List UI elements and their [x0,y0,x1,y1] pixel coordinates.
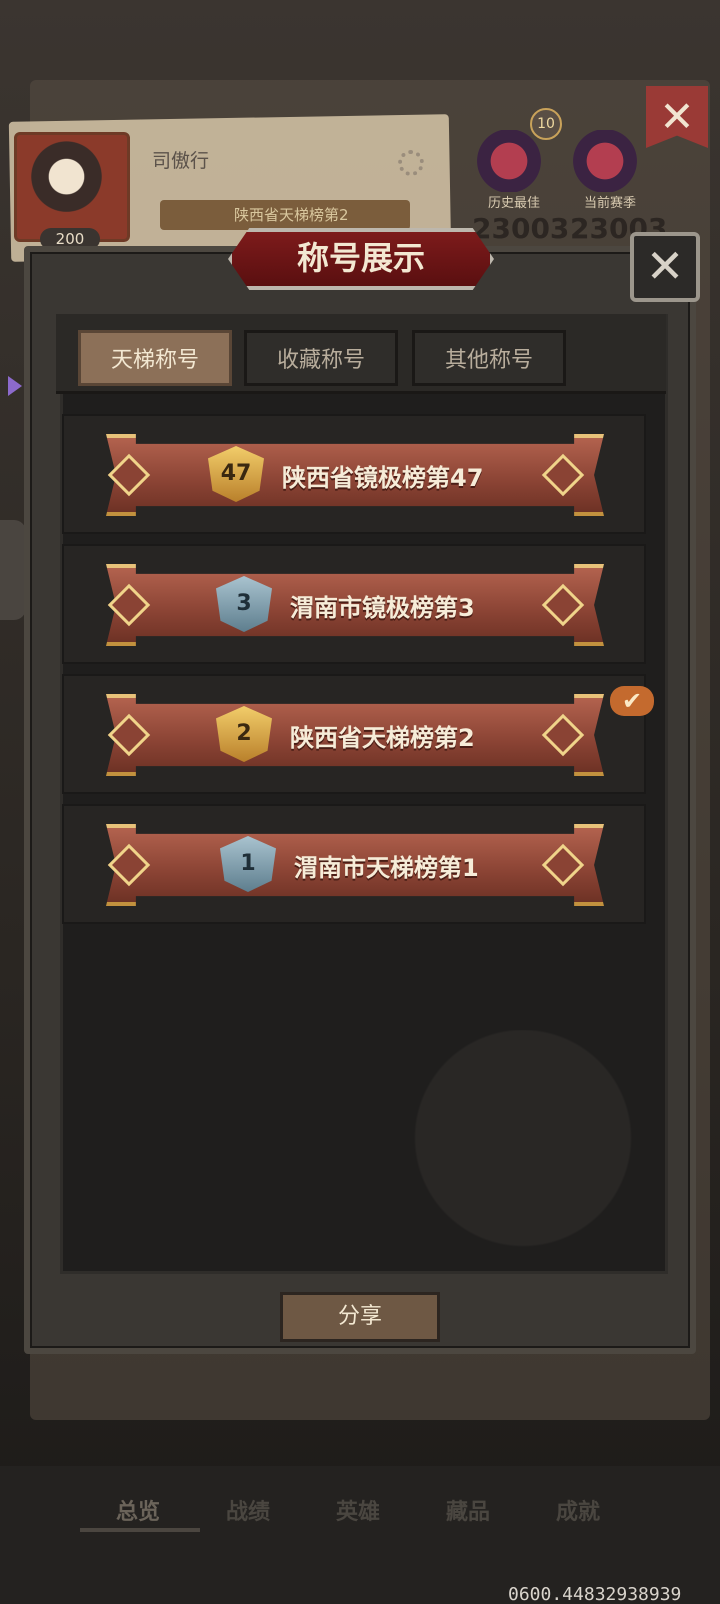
tab-other-titles[interactable]: 其他称号 [412,330,566,386]
side-pull-tab[interactable] [0,520,26,620]
season-rank-crown: 10 [530,108,562,140]
nav-records[interactable]: 战绩 [226,1494,270,1526]
current-rank-icon [572,130,638,192]
player-name: 司傲行 [152,150,210,172]
best-label: 历史最佳 [488,196,541,211]
tab-ladder-titles[interactable]: 天梯称号 [78,330,232,386]
title-text: 渭南市镜极榜第3 [290,594,475,622]
nav-collection[interactable]: 藏品 [446,1494,490,1526]
profile-title-text: 陕西省天梯榜第2 [234,206,349,224]
gear-icon[interactable] [398,150,424,176]
share-button[interactable]: 分享 [280,1292,440,1342]
title-text: 陕西省镜极榜第47 [282,464,484,492]
modal-close-button[interactable]: ✕ [630,232,700,302]
equipped-check-icon: ✔ [610,686,654,716]
modal-title: 称号展示 [228,228,494,290]
nav-achievements[interactable]: 成就 [556,1494,600,1526]
tab-collection-titles[interactable]: 收藏称号 [244,330,398,386]
nav-heroes[interactable]: 英雄 [336,1494,380,1526]
current-label: 当前赛季 [584,196,637,211]
title-text: 渭南市天梯榜第1 [294,854,479,882]
best-rank-icon [476,130,542,192]
nav-active-underline [80,1528,200,1532]
avatar[interactable] [14,132,130,242]
mascot-watermark [380,1030,640,1270]
nav-overview[interactable]: 总览 [116,1494,160,1526]
side-arrow-icon[interactable] [8,376,22,396]
title-text: 陕西省天梯榜第2 [290,724,475,752]
profile-title-banner[interactable]: 陕西省天梯榜第2 [160,200,410,230]
debug-readout: 0600.44832938939 [508,1584,682,1604]
best-score: 23003 [472,212,570,245]
